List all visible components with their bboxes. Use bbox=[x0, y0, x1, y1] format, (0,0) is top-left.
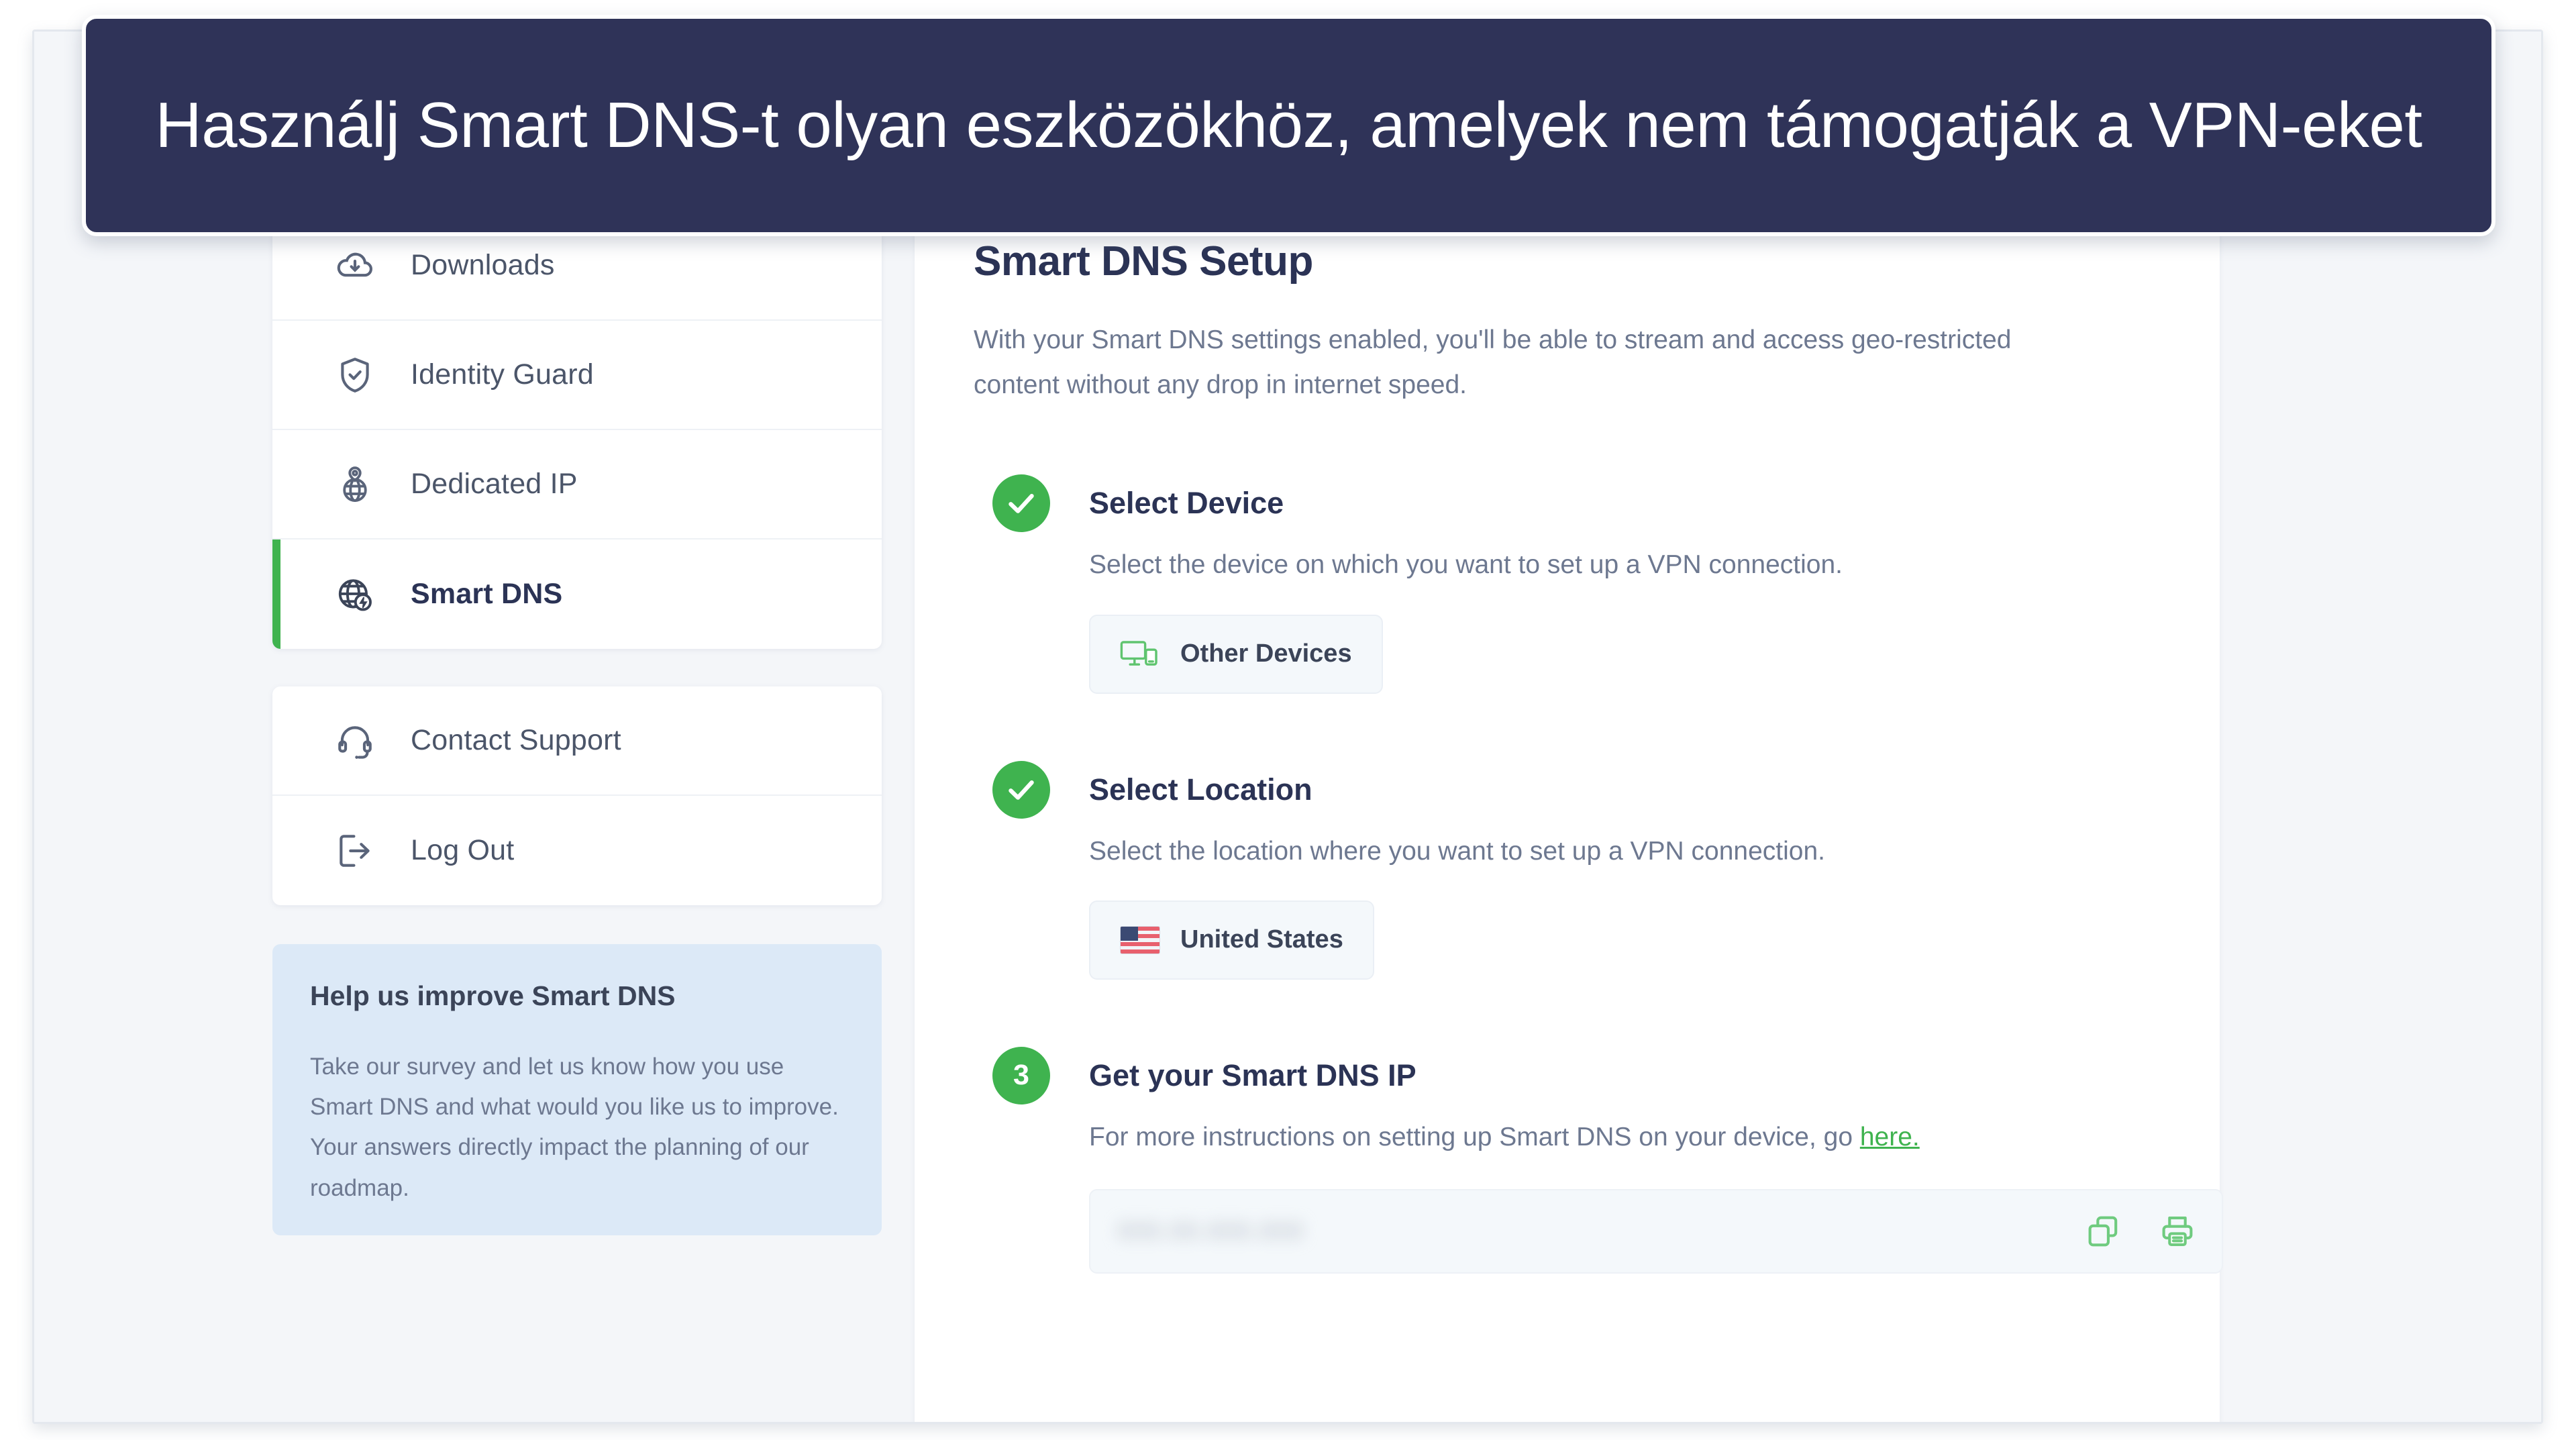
sidebar-item-label: Dedicated IP bbox=[411, 468, 578, 500]
ip-field-actions bbox=[2086, 1214, 2195, 1249]
globe-bolt-icon bbox=[334, 574, 376, 615]
sidebar-item-smart-dns[interactable]: Smart DNS bbox=[272, 539, 882, 649]
step-complete-check-icon bbox=[992, 760, 1050, 819]
smart-dns-ip-value: 000.00.000.000 bbox=[1117, 1217, 1304, 1245]
copy-icon[interactable] bbox=[2086, 1214, 2121, 1249]
title-banner: Használj Smart DNS-t olyan eszközökhöz, … bbox=[82, 15, 2495, 236]
smart-dns-ip-field[interactable]: 000.00.000.000 bbox=[1089, 1189, 2223, 1274]
app-page: Subscription Overview Account Settings bbox=[34, 32, 2541, 1422]
smart-dns-setup-panel: Go back Smart DNS Setup With your Smart … bbox=[915, 132, 2223, 1422]
step-complete-check-icon bbox=[992, 474, 1050, 533]
instructions-here-link[interactable]: here. bbox=[1860, 1123, 1920, 1151]
help-card-title: Help us improve Smart DNS bbox=[310, 980, 676, 1011]
help-card-body: Take our survey and let us know how you … bbox=[310, 1053, 839, 1201]
sidebar-item-contact-support[interactable]: Contact Support bbox=[272, 686, 882, 796]
location-chip-united-states[interactable]: United States bbox=[1089, 900, 1374, 980]
sidebar-item-label: Smart DNS bbox=[411, 578, 563, 610]
browser-window: Subscription Overview Account Settings bbox=[32, 30, 2543, 1424]
chip-label: Other Devices bbox=[1180, 639, 1352, 668]
page-title: Smart DNS Setup bbox=[974, 238, 1313, 285]
headset-icon bbox=[334, 720, 376, 762]
step-description: For more instructions on setting up Smar… bbox=[1089, 1117, 2161, 1158]
step-title: Select Location bbox=[1089, 772, 1312, 807]
sidebar-item-dedicated-ip[interactable]: Dedicated IP bbox=[272, 430, 882, 539]
step-number-badge: 3 bbox=[992, 1046, 1050, 1104]
logout-icon bbox=[334, 830, 376, 872]
step-description-text: For more instructions on setting up Smar… bbox=[1089, 1122, 1860, 1151]
device-chip-other-devices[interactable]: Other Devices bbox=[1089, 614, 1383, 694]
step-get-smart-dns-ip: 3 Get your Smart DNS IP For more instruc… bbox=[974, 1046, 2223, 1274]
sidebar-secondary-nav: Contact Support Log Out bbox=[272, 686, 882, 905]
sidebar-item-label: Contact Support bbox=[411, 724, 621, 756]
shield-check-icon bbox=[334, 354, 376, 396]
cloud-download-icon bbox=[334, 245, 376, 287]
chip-label: United States bbox=[1180, 925, 1343, 954]
devices-icon bbox=[1120, 637, 1160, 671]
step-description: Select the device on which you want to s… bbox=[1089, 550, 1843, 580]
print-icon[interactable] bbox=[2160, 1214, 2195, 1249]
step-description: Select the location where you want to se… bbox=[1089, 836, 1825, 866]
sidebar-item-label: Log Out bbox=[411, 834, 515, 866]
step-title: Get your Smart DNS IP bbox=[1089, 1058, 1416, 1092]
sidebar-item-label: Downloads bbox=[411, 249, 555, 281]
sidebar-item-log-out[interactable]: Log Out bbox=[272, 796, 882, 905]
help-improve-card: Help us improve Smart DNS Take our surve… bbox=[272, 944, 882, 1235]
pin-globe-icon bbox=[334, 464, 376, 505]
sidebar-item-identity-guard[interactable]: Identity Guard bbox=[272, 321, 882, 430]
page-description: With your Smart DNS settings enabled, yo… bbox=[974, 325, 2012, 400]
step-select-location: Select Location Select the location wher… bbox=[974, 760, 2161, 980]
step-title: Select Device bbox=[1089, 486, 1284, 521]
step-select-device: Select Device Select the device on which… bbox=[974, 474, 2161, 694]
us-flag-icon bbox=[1120, 923, 1160, 957]
sidebar-item-label: Identity Guard bbox=[411, 358, 594, 391]
title-banner-text: Használj Smart DNS-t olyan eszközökhöz, … bbox=[155, 89, 2422, 162]
